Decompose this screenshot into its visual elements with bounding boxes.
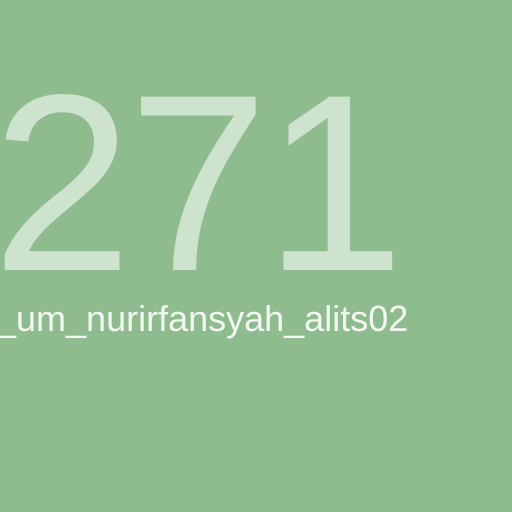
username-label: _um_nurirfansyah_alits02 — [0, 298, 409, 339]
count-display: 271 — [0, 43, 404, 324]
app-screen: 271 _um_nurirfansyah_alits02 — [0, 0, 512, 512]
